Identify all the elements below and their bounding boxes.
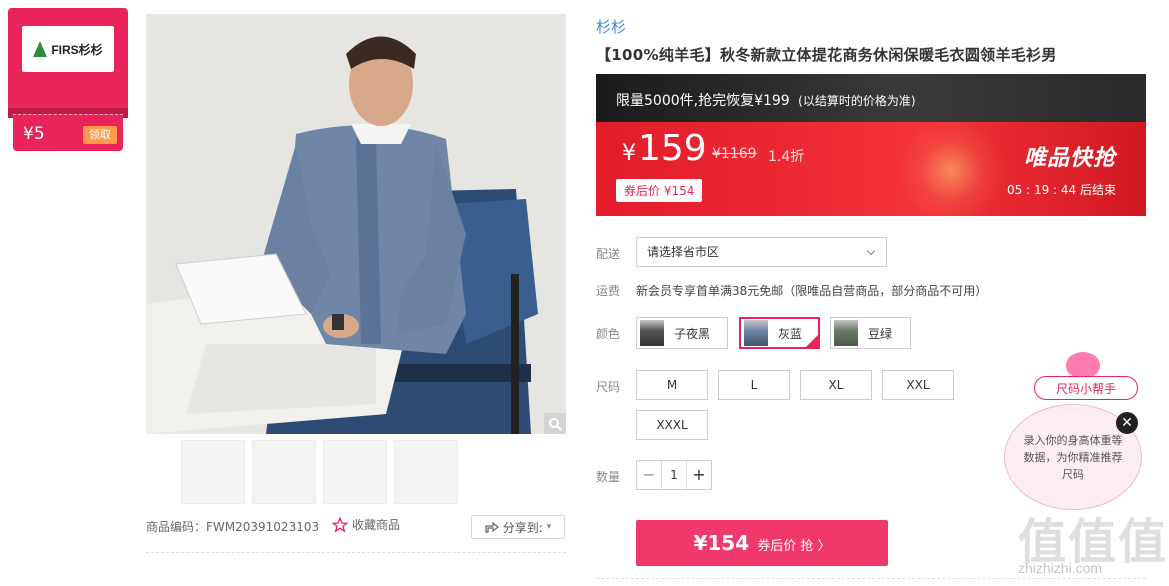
buy-label: 券后价 抢 〉	[757, 539, 831, 554]
coupon-header: FIRS杉杉	[8, 8, 128, 108]
size-label: 尺码	[596, 380, 621, 394]
region-select[interactable]: 请选择省市区	[636, 237, 887, 267]
divider	[596, 578, 1146, 579]
sale-price: ¥159	[622, 128, 707, 169]
size-helper-tag[interactable]: 尺码小帮手	[1034, 376, 1138, 400]
sku-code: 商品编码：FWM20391023103	[146, 520, 320, 534]
thumbnail[interactable]	[323, 440, 387, 504]
product-main-image[interactable]	[146, 14, 566, 434]
color-swatch	[834, 320, 858, 346]
brand-logo-text: FIRS杉杉	[51, 42, 103, 57]
freight-info: 新会员专享首单满38元免邮（限唯品自营商品，部分商品不可用）	[636, 284, 988, 298]
flash-sale-banner: ¥159 ¥1169 1.4折 券后价 ¥154 唯品快抢 05 : 19 : …	[596, 122, 1146, 216]
freight-label: 运费	[596, 284, 621, 298]
selected-check-icon	[805, 334, 819, 348]
size-option-m[interactable]: M	[636, 370, 708, 400]
color-swatch	[744, 320, 768, 346]
quantity-label: 数量	[596, 470, 621, 484]
favorite-button[interactable]: 收藏商品	[332, 516, 400, 533]
favorite-label: 收藏商品	[352, 518, 401, 532]
region-select-value: 请选择省市区	[647, 245, 720, 259]
size-helper-text: 录入你的身高体重等数据，为你精准推荐尺码	[1023, 433, 1123, 481]
buy-price: ¥154	[693, 531, 750, 555]
tree-icon	[33, 41, 48, 57]
color-option-midnight-black[interactable]: 子夜黑	[636, 317, 728, 349]
countdown-timer: 05 : 19 : 44 后结束	[1007, 183, 1116, 197]
size-helper-widget[interactable]: 尺码小帮手 录入你的身高体重等数据，为你精准推荐尺码 ✕	[1000, 352, 1150, 512]
buy-now-button[interactable]: ¥154 券后价 抢 〉	[636, 520, 888, 566]
promo-limit-note: (以结算时的价格为准)	[798, 94, 916, 108]
share-button[interactable]: 分享到: ▾	[471, 515, 565, 539]
size-option-xl[interactable]: XL	[800, 370, 872, 400]
promo-limit-banner: 限量5000件,抢完恢复¥199 (以结算时的价格为准)	[596, 74, 1146, 122]
star-icon	[332, 516, 348, 532]
size-option-xxl[interactable]: XXL	[882, 370, 954, 400]
quantity-value[interactable]: 1	[661, 461, 687, 489]
quantity-decrease-button[interactable]: −	[637, 461, 661, 489]
color-option-gray-blue[interactable]: 灰蓝	[739, 317, 820, 349]
original-price: ¥1169	[712, 146, 757, 162]
color-option-bean-green[interactable]: 豆绿	[830, 317, 911, 349]
close-icon[interactable]: ✕	[1116, 412, 1138, 434]
coupon-footer: ¥5 领取	[13, 114, 123, 151]
thumbnail[interactable]	[181, 440, 245, 504]
promo-limit-text: 限量5000件,抢完恢复¥199	[616, 93, 790, 109]
color-swatch	[640, 320, 664, 346]
claim-coupon-button[interactable]: 领取	[83, 126, 117, 144]
model-photo	[146, 14, 566, 434]
color-label: 颜色	[596, 327, 621, 341]
share-icon	[485, 521, 499, 533]
size-option-xxxl[interactable]: XXXL	[636, 410, 708, 440]
brand-link[interactable]: 杉杉	[596, 16, 626, 37]
quantity-stepper: − 1 +	[636, 460, 712, 490]
watermark-url: zhizhizhi.com	[1018, 560, 1103, 576]
coupon-price-badge: 券后价 ¥154	[616, 179, 703, 202]
zoom-button[interactable]	[544, 413, 566, 434]
thumbnail[interactable]	[252, 440, 316, 504]
brand-logo: FIRS杉杉	[22, 26, 114, 72]
flash-sale-label: 唯品快抢	[1023, 146, 1116, 171]
thumbnail[interactable]	[394, 440, 458, 504]
firework-decoration	[896, 122, 1006, 216]
store-coupon[interactable]: FIRS杉杉 ¥5 领取	[8, 8, 128, 151]
product-title: 【100%纯羊毛】秋冬新款立体提花商务休闲保暖毛衣圆领羊毛衫男	[596, 46, 1057, 64]
delivery-label: 配送	[596, 247, 621, 261]
quantity-increase-button[interactable]: +	[687, 461, 711, 489]
divider	[146, 552, 566, 553]
share-label: 分享到:	[502, 520, 543, 535]
mascot-icon	[1066, 352, 1100, 378]
size-option-l[interactable]: L	[718, 370, 790, 400]
coupon-amount: ¥5	[23, 124, 45, 144]
chevron-down-icon	[866, 246, 876, 256]
discount-rate: 1.4折	[768, 149, 805, 165]
chevron-down-icon: ▾	[546, 522, 552, 532]
magnifier-icon	[549, 417, 562, 431]
